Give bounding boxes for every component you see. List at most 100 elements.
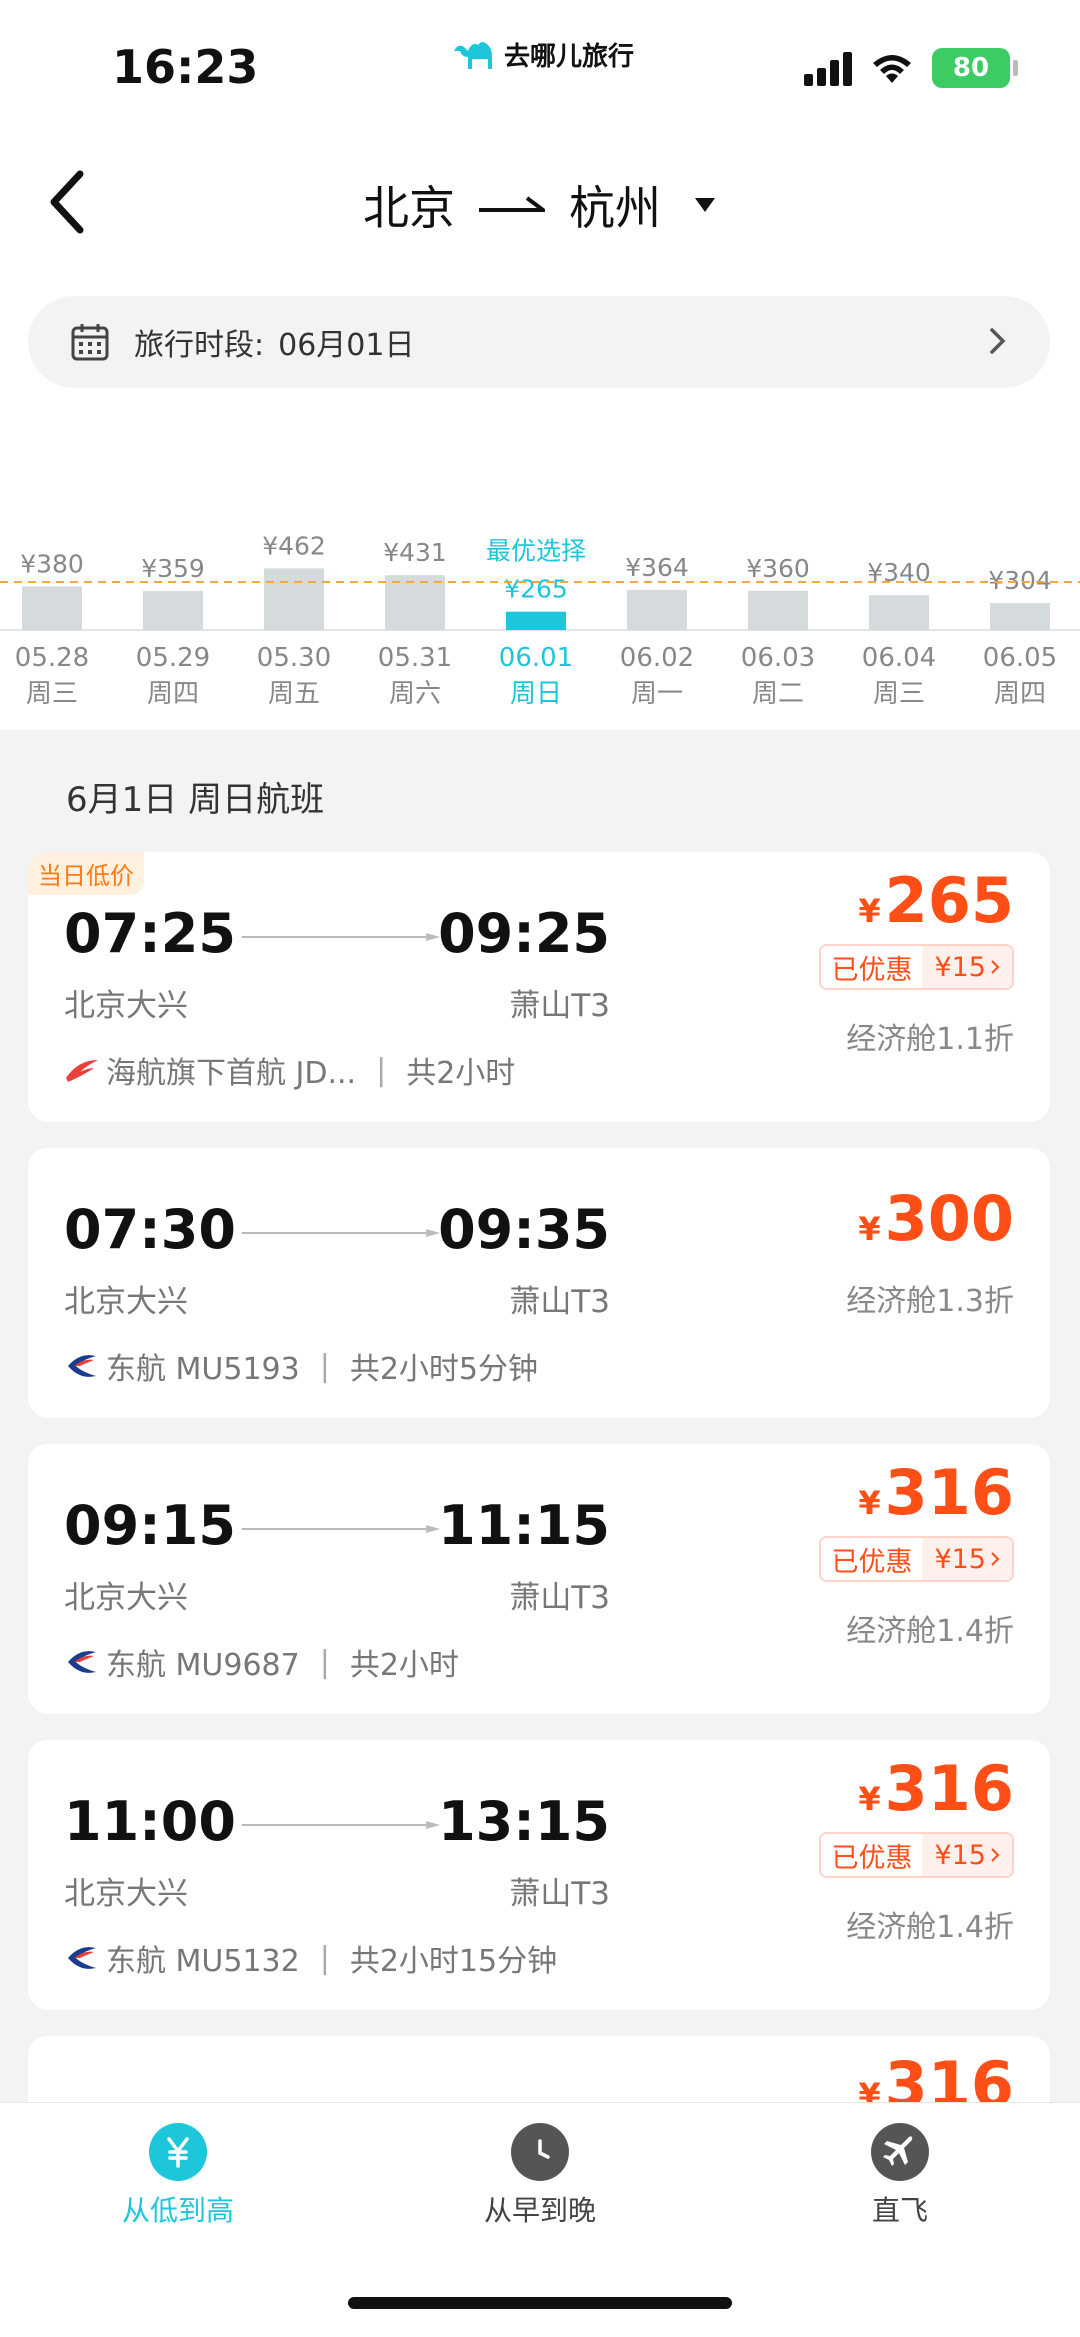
date-label: 05.28 (15, 643, 89, 673)
currency-symbol: ¥ (858, 1780, 881, 1818)
tab-price-low-to-high[interactable]: 从低到高 (78, 2123, 278, 2229)
price-label: ¥360 (746, 554, 810, 583)
tab-direct-flight[interactable]: 直飞 (800, 2123, 1000, 2229)
cabin-class: 经济舱1.1折 (846, 1022, 1014, 1057)
china-eastern-logo-icon (68, 1947, 96, 1969)
separator: | (319, 1644, 330, 1680)
weekday-label: 周三 (26, 679, 78, 709)
origin-city: 北京 (363, 181, 455, 235)
home-indicator (348, 2297, 732, 2309)
capital-airlines-logo-icon (66, 1060, 98, 1082)
dropdown-caret-icon (695, 198, 715, 212)
weekday-label: 周一 (631, 679, 683, 709)
departure-airport: 北京大兴 (64, 1580, 188, 1616)
flight-price: ¥ 316 (858, 1456, 1014, 1529)
wifi-icon (873, 55, 911, 83)
flight-price: ¥ 265 (858, 864, 1014, 937)
departure-airport: 北京大兴 (64, 1284, 188, 1320)
price-bar[interactable] (506, 611, 566, 630)
price-label: ¥364 (625, 553, 689, 582)
flight-duration: 共2小时 (406, 1056, 516, 1091)
discount-tag[interactable]: 已优惠 ¥15 (819, 944, 1014, 990)
discount-label: 已优惠 (821, 1834, 923, 1876)
price-calendar: ¥380 05.28 周三 ¥359 05.29 周四 ¥462 05.30 周五 ¥431 05.… (0, 410, 1080, 730)
calendar-icon (71, 324, 109, 361)
departure-time: 09:15 (64, 1494, 236, 1557)
weekday-label: 周六 (389, 679, 441, 709)
cabin-class: 经济舱1.3折 (846, 1284, 1014, 1319)
weekday-label: 周三 (873, 679, 925, 709)
discount-label: 已优惠 (821, 1538, 923, 1580)
price-bar[interactable] (627, 589, 687, 630)
flight-card[interactable]: 当日低价 07:25 09:25 北京大兴 萧山T3 海航旗下首航 JD... … (28, 852, 1050, 1122)
arrival-airport: 萧山T3 (509, 1876, 610, 1912)
date-label: 06.05 (983, 643, 1057, 673)
price-value: 316 (884, 1752, 1014, 1825)
date-area: 旅行时段: 06月01日 (0, 280, 1080, 410)
airline-info: 东航 MU9687 | 共2小时 (64, 1640, 459, 1684)
separator: | (319, 1940, 330, 1976)
price-bar[interactable] (22, 586, 82, 630)
departure-airport: 北京大兴 (64, 1876, 188, 1912)
flight-card[interactable]: 07:30 09:35 北京大兴 萧山T3 东航 MU5193 | 共2小时5分… (28, 1148, 1050, 1418)
travel-date-selector[interactable]: 旅行时段: 06月01日 (28, 296, 1050, 388)
flight-card[interactable]: 09:15 11:15 北京大兴 萧山T3 东航 MU9687 | 共2小时 ¥… (28, 1444, 1050, 1714)
discount-tag[interactable]: 已优惠 ¥15 (819, 1536, 1014, 1582)
tab-label: 直飞 (871, 2194, 928, 2227)
weekday-label: 周四 (994, 679, 1046, 709)
price-bar[interactable] (748, 590, 808, 630)
sort-tab-bar: 从低到高 从早到晚 直飞 (0, 2102, 1080, 2337)
arrival-time: 09:35 (438, 1198, 610, 1261)
camel-logo-icon (454, 41, 492, 69)
currency-symbol: ¥ (858, 1484, 881, 1522)
arrival-time: 09:25 (438, 902, 610, 965)
tab-time-early-to-late[interactable]: 从早到晚 (440, 2123, 640, 2229)
status-brand: 去哪儿旅行 (452, 36, 634, 73)
price-label: ¥265 (504, 575, 568, 604)
price-value: 316 (884, 1456, 1014, 1529)
flight-card[interactable]: 11:00 13:15 北京大兴 萧山T3 东航 MU5132 | 共2小时15… (28, 1740, 1050, 2010)
price-bar[interactable] (264, 568, 324, 630)
airline-name: 海航旗下首航 JD... (106, 1056, 357, 1091)
destination-city: 杭州 (569, 181, 661, 235)
status-bar: 16:23 去哪儿旅行 80 (0, 0, 1080, 130)
weekday-label: 周四 (147, 679, 199, 709)
discount-tag[interactable]: 已优惠 ¥15 (819, 1832, 1014, 1878)
price-label: ¥462 (262, 531, 326, 560)
airline-info: 东航 MU5193 | 共2小时5分钟 (64, 1344, 538, 1388)
price-bar[interactable] (869, 595, 929, 630)
date-label: 06.01 (499, 643, 573, 673)
chevron-right-icon (990, 328, 1006, 354)
date-label: 05.29 (136, 643, 210, 673)
cellular-signal-icon (804, 50, 852, 86)
airline-name: 东航 MU5132 (106, 1944, 300, 1979)
status-indicators: 80 (804, 48, 1018, 88)
arrival-airport: 萧山T3 (509, 1284, 610, 1320)
route-selector[interactable]: 北京 杭州 (0, 172, 1080, 238)
flight-duration: 共2小时5分钟 (349, 1352, 539, 1387)
date-label: 06.02 (620, 643, 694, 673)
price-bar[interactable] (143, 591, 203, 630)
price-bar[interactable] (385, 575, 445, 630)
arrival-airport: 萧山T3 (509, 1580, 610, 1616)
date-label: 05.30 (257, 643, 331, 673)
airline-info: 东航 MU5132 | 共2小时15分钟 (64, 1936, 557, 1980)
separator: | (376, 1052, 387, 1088)
arrival-time: 13:15 (438, 1790, 610, 1853)
china-eastern-logo-icon (68, 1651, 96, 1673)
chevron-right-icon (991, 1552, 1000, 1566)
battery-icon: 80 (932, 48, 1018, 88)
price-bar[interactable] (990, 603, 1050, 630)
chevron-right-icon (991, 1848, 1000, 1862)
discount-label: 已优惠 (821, 946, 923, 988)
date-label: 06.04 (862, 643, 936, 673)
best-choice-label: 最优选择 (486, 537, 586, 566)
price-label: ¥304 (988, 566, 1052, 595)
date-label: 06.03 (741, 643, 815, 673)
airline-name: 东航 MU9687 (106, 1648, 300, 1683)
chevron-right-icon (991, 960, 1000, 974)
currency-symbol: ¥ (858, 892, 881, 930)
flight-duration: 共2小时 (349, 1648, 459, 1683)
price-value: 300 (884, 1182, 1014, 1255)
flight-price: ¥ 316 (858, 1752, 1014, 1825)
